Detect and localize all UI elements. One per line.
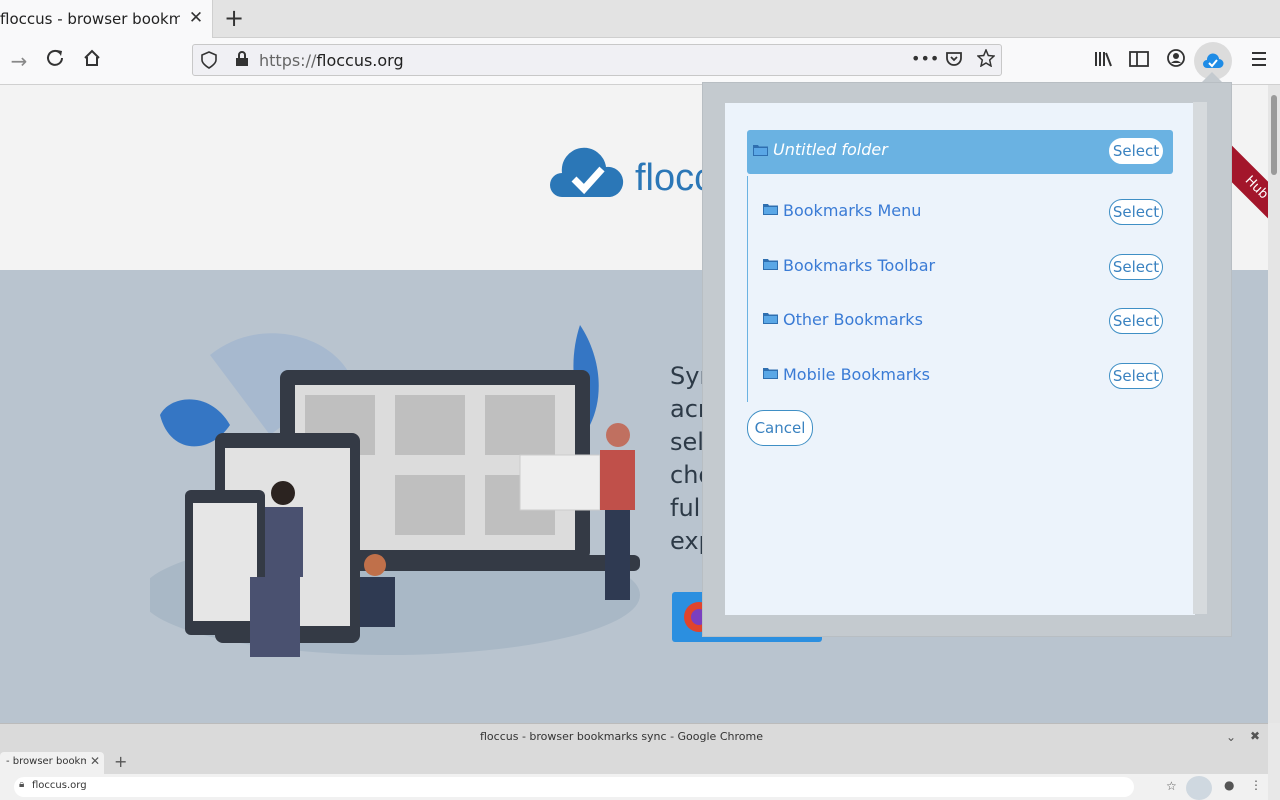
- chrome-toolbar: 🔒︎ floccus.org ☆ ● ⋮: [0, 774, 1268, 800]
- chevron-down-icon[interactable]: ⌄: [1226, 730, 1236, 744]
- page-actions-icon[interactable]: •••: [911, 49, 939, 68]
- reload-icon[interactable]: [42, 48, 68, 74]
- folder-row[interactable]: Other Bookmarks Select: [747, 298, 1173, 342]
- tab-title: floccus - browser bookmarks sync: [0, 10, 180, 28]
- nav-bar: → https://floccus.org •••: [0, 38, 1280, 85]
- bookmark-star-icon[interactable]: [976, 48, 996, 71]
- library-icon[interactable]: [1090, 48, 1116, 74]
- floccus-extension-icon[interactable]: [1186, 776, 1212, 800]
- url-host: floccus.org: [316, 51, 404, 70]
- menu-icon[interactable]: ⋮: [1250, 778, 1262, 792]
- folder-icon: [763, 368, 778, 379]
- pocket-icon[interactable]: [945, 50, 963, 72]
- folder-label: Untitled folder: [773, 140, 888, 159]
- folder-row-selected[interactable]: Untitled folder Select: [747, 130, 1173, 174]
- chrome-title-bar: floccus - browser bookmarks sync - Googl…: [0, 723, 1268, 751]
- chrome-window-title: floccus - browser bookmarks sync - Googl…: [480, 730, 763, 743]
- chrome-tab-strip: - browser bookma ✕ +: [0, 750, 1268, 774]
- tab-floccus[interactable]: floccus - browser bookmarks sync ✕: [0, 0, 213, 38]
- devices-illustration: [140, 315, 650, 669]
- folder-row[interactable]: Bookmarks Toolbar Select: [747, 244, 1173, 288]
- star-icon[interactable]: ☆: [1166, 779, 1177, 793]
- url-text: https://floccus.org: [259, 51, 404, 70]
- folder-label: Bookmarks Toolbar: [783, 256, 936, 275]
- select-button[interactable]: Select: [1109, 308, 1163, 334]
- lock-icon: 🔒︎: [19, 779, 25, 790]
- url-scheme: https://: [259, 51, 317, 70]
- page-scrollbar-thumb[interactable]: [1271, 95, 1277, 175]
- folder-row[interactable]: Mobile Bookmarks Select: [747, 353, 1173, 397]
- folder-icon: [763, 259, 778, 270]
- folder-row[interactable]: Bookmarks Menu Select: [747, 189, 1173, 233]
- folder-icon: [763, 313, 778, 324]
- chrome-url-bar[interactable]: 🔒︎ floccus.org: [14, 777, 1134, 797]
- folder-label: Other Bookmarks: [783, 310, 923, 329]
- chrome-tab-title: - browser bookma: [6, 756, 86, 767]
- cloud-check-icon: [1203, 53, 1224, 68]
- chrome-new-tab-button[interactable]: +: [114, 752, 127, 771]
- floccus-popup: Untitled folder Select Bookmarks Menu Se…: [702, 82, 1232, 637]
- page-scrollbar[interactable]: [1268, 85, 1280, 723]
- folder-label: Bookmarks Menu: [783, 201, 922, 220]
- chrome-tab[interactable]: - browser bookma ✕: [0, 752, 104, 774]
- account-icon[interactable]: ●: [1224, 778, 1234, 792]
- lock-icon[interactable]: [235, 51, 249, 71]
- tab-close-button[interactable]: ✕: [186, 7, 206, 29]
- new-tab-button[interactable]: +: [222, 4, 246, 32]
- url-bar[interactable]: https://floccus.org •••: [192, 44, 1002, 76]
- floccus-logo-icon: [548, 145, 628, 203]
- folder-label: Mobile Bookmarks: [783, 365, 930, 384]
- folder-icon: [763, 204, 778, 215]
- menu-icon[interactable]: [1246, 48, 1272, 74]
- home-icon[interactable]: [79, 48, 105, 74]
- account-icon[interactable]: [1163, 48, 1189, 74]
- folder-icon: [753, 145, 768, 156]
- close-icon[interactable]: ✕: [90, 754, 100, 768]
- folder-picker: Untitled folder Select Bookmarks Menu Se…: [725, 103, 1195, 615]
- select-button[interactable]: Select: [1109, 363, 1163, 389]
- popup-scrollbar[interactable]: [1193, 102, 1207, 614]
- select-button[interactable]: Select: [1109, 254, 1163, 280]
- tab-strip: floccus - browser bookmarks sync ✕ +: [0, 0, 1280, 38]
- select-button[interactable]: Select: [1109, 199, 1163, 225]
- shield-icon[interactable]: [201, 51, 217, 73]
- forward-icon[interactable]: →: [6, 48, 32, 74]
- cancel-button[interactable]: Cancel: [747, 410, 813, 446]
- chrome-url-text: floccus.org: [32, 780, 87, 791]
- close-icon[interactable]: ✖: [1250, 729, 1260, 743]
- select-button[interactable]: Select: [1109, 138, 1163, 164]
- sidebar-icon[interactable]: [1126, 48, 1152, 74]
